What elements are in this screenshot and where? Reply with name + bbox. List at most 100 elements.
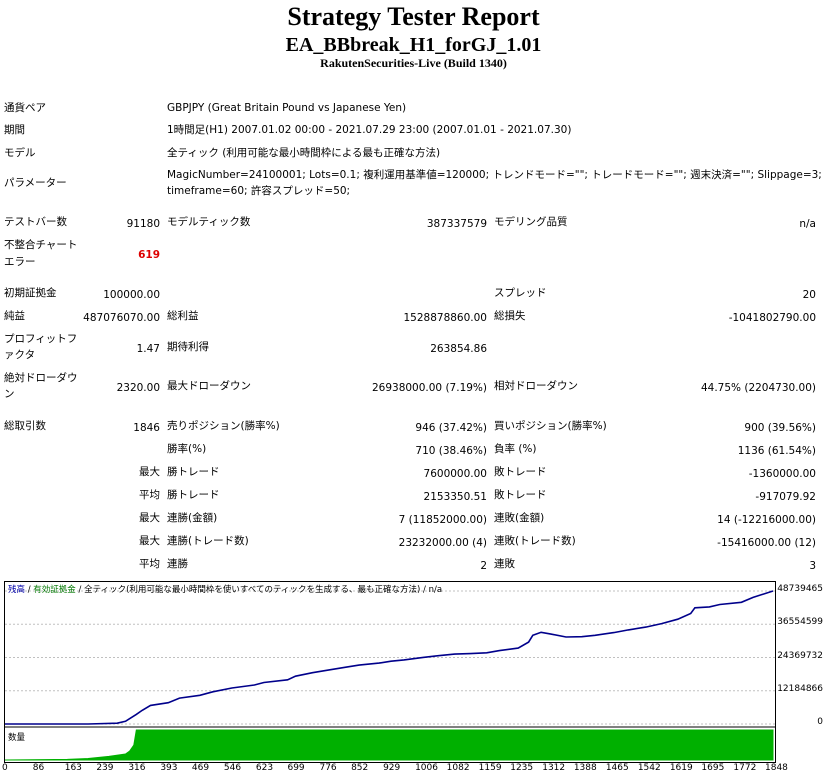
loss-label: 負率 (%): [494, 443, 537, 455]
spread-value: 20: [802, 289, 816, 301]
x-tick-label: 469: [191, 763, 210, 773]
short-value: 946 (37.42%): [415, 422, 487, 434]
avg-consec-losses-label: 連敗: [494, 558, 515, 570]
x-tick-label: 393: [160, 763, 178, 773]
rel-dd-label: 相対ドローダウン: [494, 380, 578, 392]
x-tick-label: 1312: [542, 763, 566, 773]
volume-label: 数量: [8, 733, 26, 743]
x-tick-label: 852: [351, 763, 369, 773]
average-prefix: 平均: [139, 489, 160, 501]
y-tick-label: 12184866: [777, 683, 823, 694]
period-value: 1時間足(H1) 2007.01.02 00:00 - 2021.07.29 2…: [167, 124, 572, 136]
avg-consec-wins-label: 連勝: [167, 558, 188, 570]
period-label: 期間: [4, 124, 25, 136]
gross-loss-value: -1041802790.00: [728, 312, 816, 324]
quality-value: n/a: [799, 218, 816, 230]
win-value: 710 (38.46%): [415, 445, 487, 457]
expected-label: 期待利得: [167, 341, 209, 353]
x-tick-label: 86: [32, 763, 45, 773]
y-tick-label: 36554599: [777, 617, 823, 628]
max-prefix-1: 最大: [139, 512, 160, 524]
total-trades-label: 総取引数: [4, 420, 46, 432]
mismatch-value: 619: [138, 249, 160, 261]
mismatch-label-2: エラー: [4, 256, 36, 268]
consec-losses-money-value: 14 (-12216000.00): [717, 514, 816, 526]
x-tick-label: 1006: [415, 763, 438, 773]
x-tick-label: 239: [96, 763, 114, 773]
avg-loss-label: 敗トレード: [494, 489, 547, 501]
x-tick-label: 1159: [478, 763, 502, 773]
ticks-value: 387337579: [426, 218, 487, 230]
y-tick-label: 0: [817, 717, 823, 727]
x-tick-label: 316: [128, 763, 146, 773]
x-tick-label: 1465: [605, 763, 629, 773]
avg-win-value: 2153350.51: [423, 491, 487, 503]
x-tick-label: 1388: [573, 763, 597, 773]
deposit-value: 100000.00: [103, 289, 160, 301]
quality-label: モデリング品質: [494, 216, 568, 228]
max-dd-label: 最大ドローダウン: [167, 380, 251, 392]
expected-value: 263854.86: [430, 343, 487, 355]
model-label: モデル: [4, 147, 36, 159]
avg-consec-losses-value: 3: [809, 560, 816, 572]
legend-sep-2: /: [75, 585, 85, 595]
x-tick-label: 776: [319, 763, 337, 773]
symbol-value: GBPJPY (Great Britain Pound vs Japanese …: [167, 102, 407, 114]
volume-area: [5, 729, 774, 761]
largest-loss-label: 敗トレード: [494, 466, 547, 478]
rel-dd-value: 44.75% (2204730.00): [700, 382, 816, 394]
x-tick-label: 1542: [637, 763, 661, 773]
consec-loss-value: -15416000.00 (12): [717, 537, 816, 549]
bars-value: 91180: [126, 218, 160, 230]
ea-name: EA_BBbreak_H1_forGJ_1.01: [285, 34, 542, 56]
gross-loss-label: 総損失: [494, 310, 526, 322]
net-label: 純益: [4, 310, 25, 322]
largest-loss-value: -1360000.00: [748, 468, 816, 480]
x-tick-label: 1772: [733, 763, 757, 773]
x-tick-label: 699: [287, 763, 305, 773]
total-trades-value: 1846: [133, 422, 160, 434]
balance-chart-svg: [5, 590, 775, 761]
x-tick-label: 929: [383, 763, 401, 773]
long-label: 買いポジション(勝率%): [494, 420, 607, 432]
x-tick-label: 1235: [510, 763, 534, 773]
server-name: RakutenSecurities-Live (Build 1340): [320, 56, 507, 70]
bars-label: テストバー数: [4, 216, 67, 228]
loss-value: 1136 (61.54%): [737, 445, 816, 457]
ticks-label: モデルティック数: [167, 216, 251, 228]
balance-chart: 残高 / 有効証拠金 / 全ティック(利用可能な最小時間枠を使いすべてのティック…: [4, 581, 776, 763]
legend-quality: n/a: [428, 585, 443, 595]
pf-value: 1.47: [136, 343, 160, 355]
deposit-label: 初期証拠金: [4, 287, 57, 299]
avg-loss-value: -917079.92: [755, 491, 816, 503]
max-dd-value: 26938000.00 (7.19%): [371, 382, 487, 394]
avg-prefix-2: 平均: [139, 558, 160, 570]
y-tick-label: 24369732: [777, 650, 823, 661]
x-tick-label: 0: [2, 763, 8, 773]
consec-profit-value: 23232000.00 (4): [398, 537, 487, 549]
x-tick-label: 1619: [669, 763, 693, 773]
symbol-label: 通貨ペア: [4, 102, 46, 114]
largest-prefix: 最大: [139, 466, 160, 478]
long-value: 900 (39.56%): [744, 422, 816, 434]
x-tick-label: 163: [64, 763, 82, 773]
largest-win-value: 7600000.00: [423, 468, 487, 480]
chart-legend: 残高 / 有効証拠金 / 全ティック(利用可能な最小時間枠を使いすべてのティック…: [8, 585, 442, 596]
consec-wins-money-label: 連勝(金額): [167, 512, 218, 524]
model-value: 全ティック (利用可能な最小時間枠による最も正確な方法): [167, 147, 441, 159]
y-tick-label: 48739465: [777, 584, 823, 594]
x-tick-label: 1848: [765, 763, 788, 773]
abs-dd-value: 2320.00: [116, 382, 160, 394]
consec-losses-money-label: 連敗(金額): [494, 512, 545, 524]
consec-profit-label: 連勝(トレード数): [167, 535, 249, 547]
x-tick-label: 546: [223, 763, 242, 773]
gross-profit-value: 1528878860.00: [403, 312, 487, 324]
x-tick-label: 623: [255, 763, 274, 773]
x-tick-label: 1695: [701, 763, 725, 773]
spread-label: スプレッド: [494, 287, 547, 299]
consec-wins-money-value: 7 (11852000.00): [398, 514, 487, 526]
legend-balance: 残高: [8, 585, 26, 595]
legend-sep-3: /: [420, 585, 429, 595]
avg-consec-wins-value: 2: [480, 560, 487, 572]
params-line-2: timeframe=60; 許容スプレッド=50;: [167, 185, 351, 197]
